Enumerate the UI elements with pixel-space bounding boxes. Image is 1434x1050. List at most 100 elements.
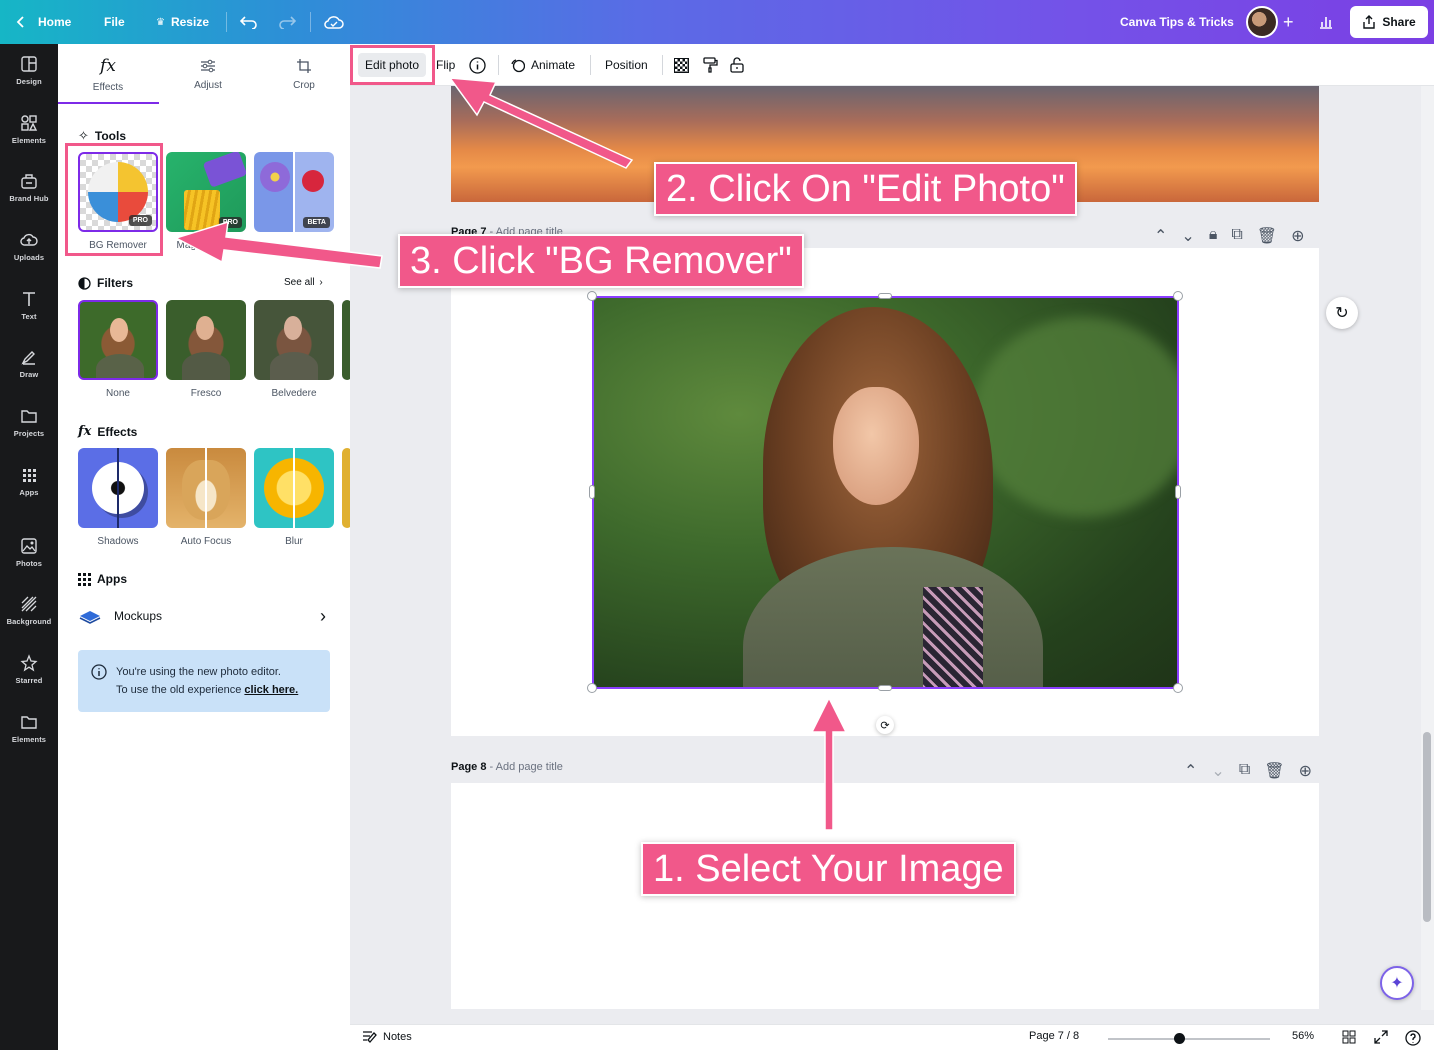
lock-icon[interactable]: 🔒︎ <box>1209 226 1218 246</box>
rail-item-starred[interactable]: Starred <box>0 643 58 695</box>
rail-item-uploads[interactable]: Uploads <box>0 220 58 272</box>
design-title-label: Canva Tips & Tricks <box>1120 15 1234 29</box>
rail-item-projects[interactable]: Projects <box>0 396 58 448</box>
see-all-link[interactable]: See all › <box>284 277 323 288</box>
resize-button[interactable]: ♛ Resize <box>156 0 209 44</box>
chevron-up-icon[interactable]: ⌃ <box>1154 226 1167 246</box>
filter-none[interactable] <box>78 300 158 380</box>
flip-label: Flip <box>436 58 456 72</box>
tool-label: BG Remover <box>89 240 147 251</box>
rotate-handle[interactable]: ⟳ <box>876 716 894 734</box>
design-title[interactable]: Canva Tips & Tricks <box>1120 0 1234 44</box>
rail-item-elements-folder[interactable]: Elements <box>0 702 58 754</box>
chevron-down-icon[interactable]: ⌄ <box>1211 761 1224 781</box>
magic-assistant-button[interactable]: ✦ <box>1380 966 1414 1000</box>
tab-label: Effects <box>92 81 124 93</box>
undo-button[interactable] <box>240 0 258 44</box>
zoom-slider-track[interactable] <box>1108 1038 1270 1040</box>
filter-fresco[interactable] <box>166 300 246 380</box>
rail-item-brand-hub[interactable]: Brand Hub <box>0 161 58 213</box>
beta-tool[interactable]: BETA <box>254 152 334 232</box>
mockups-app-row[interactable]: Mockups › <box>78 600 330 632</box>
flip-button[interactable]: Flip <box>436 53 455 77</box>
zoom-slider-thumb[interactable] <box>1174 1033 1185 1044</box>
resize-handle-bl[interactable] <box>587 683 597 693</box>
file-menu[interactable]: File <box>104 0 125 44</box>
resize-handle-br[interactable] <box>1173 683 1183 693</box>
filter-partial[interactable] <box>342 300 350 380</box>
chevron-down-icon[interactable]: ⌄ <box>1181 226 1194 246</box>
rail-item-photos[interactable]: Photos <box>0 526 58 578</box>
share-button[interactable]: Share <box>1350 6 1428 38</box>
filter-belvedere[interactable] <box>254 300 334 380</box>
cloud-save-button[interactable] <box>324 0 344 44</box>
insights-button[interactable] <box>1318 0 1334 44</box>
tab-adjust[interactable]: Adjust <box>158 44 258 104</box>
refresh-icon: ↻ <box>1335 305 1349 322</box>
rail-label: Background <box>6 616 52 626</box>
animate-button[interactable]: Animate <box>510 53 575 77</box>
copy-style-button[interactable] <box>702 53 718 77</box>
pro-badge: PRO <box>218 217 242 228</box>
help-icon <box>1405 1030 1421 1046</box>
grid-view-button[interactable] <box>1342 1030 1356 1044</box>
bg-remover-tool[interactable]: PRO <box>78 152 158 232</box>
duplicate-icon[interactable]: ⧉ <box>1239 761 1250 781</box>
sparkle-icon: ✦ <box>1390 975 1404 992</box>
elements-icon <box>21 114 38 131</box>
photo-bokeh <box>973 317 1178 517</box>
transparency-button[interactable] <box>674 53 689 77</box>
redo-button[interactable] <box>278 0 296 44</box>
trash-icon[interactable]: 🗑︎ <box>1264 761 1284 781</box>
rail-label: Uploads <box>13 252 45 262</box>
rail-item-apps[interactable]: Apps <box>0 455 58 507</box>
resize-handle-bottom[interactable] <box>878 685 892 691</box>
apps-title: Apps <box>97 572 127 586</box>
refresh-button[interactable]: ↻ <box>1326 297 1358 329</box>
notes-button[interactable]: Notes <box>362 1030 412 1043</box>
effect-blur[interactable] <box>254 448 334 528</box>
left-rail: Design Elements Brand Hub Uploads Text D… <box>0 44 58 1050</box>
resize-handle-tl[interactable] <box>587 291 597 301</box>
info-button[interactable] <box>469 53 486 77</box>
page-8-label[interactable]: Page 8 - Add page title <box>451 761 563 773</box>
edit-photo-button[interactable]: Edit photo <box>358 53 427 77</box>
rail-item-elements[interactable]: Elements <box>0 103 58 155</box>
apps-heading: Apps <box>78 572 127 586</box>
add-collaborator-button[interactable]: + <box>1283 0 1294 44</box>
unlock-icon <box>730 57 744 73</box>
old-experience-link[interactable]: click here. <box>244 684 298 696</box>
resize-handle-left[interactable] <box>589 485 595 499</box>
home-button[interactable]: Home <box>16 0 71 44</box>
sliders-icon <box>201 59 215 72</box>
fullscreen-button[interactable] <box>1374 1030 1388 1044</box>
trash-icon[interactable]: 🗑︎ <box>1257 226 1277 246</box>
lock-button[interactable] <box>730 53 744 77</box>
add-page-icon[interactable]: ⊕ <box>1291 226 1304 246</box>
position-button[interactable]: Position <box>605 53 648 77</box>
page-indicator[interactable]: Page 7 / 8 <box>1029 1030 1079 1042</box>
vertical-scrollbar-thumb[interactable] <box>1423 732 1431 922</box>
zoom-level[interactable]: 56% <box>1292 1030 1314 1042</box>
chevron-up-icon[interactable]: ⌃ <box>1184 761 1197 781</box>
effect-shadows[interactable] <box>78 448 158 528</box>
rail-item-background[interactable]: Background <box>0 584 58 636</box>
tab-effects[interactable]: fx Effects <box>58 44 158 104</box>
tab-crop[interactable]: Crop <box>254 44 350 104</box>
page-8[interactable] <box>451 783 1319 1009</box>
add-page-icon[interactable]: ⊕ <box>1299 761 1312 781</box>
duplicate-icon[interactable]: ⧉ <box>1231 226 1242 246</box>
selected-photo[interactable] <box>593 297 1178 688</box>
effect-auto-focus[interactable] <box>166 448 246 528</box>
resize-handle-tr[interactable] <box>1173 291 1183 301</box>
rail-item-design[interactable]: Design <box>0 44 58 96</box>
magic-eraser-tool[interactable]: PRO <box>166 152 246 232</box>
beta-badge: BETA <box>303 217 330 228</box>
rail-item-draw[interactable]: Draw <box>0 337 58 389</box>
avatar[interactable] <box>1246 6 1278 38</box>
help-button[interactable] <box>1405 1030 1421 1046</box>
resize-handle-right[interactable] <box>1175 485 1181 499</box>
rail-item-text[interactable]: Text <box>0 279 58 331</box>
effect-partial[interactable] <box>342 448 350 528</box>
resize-handle-top[interactable] <box>878 293 892 299</box>
